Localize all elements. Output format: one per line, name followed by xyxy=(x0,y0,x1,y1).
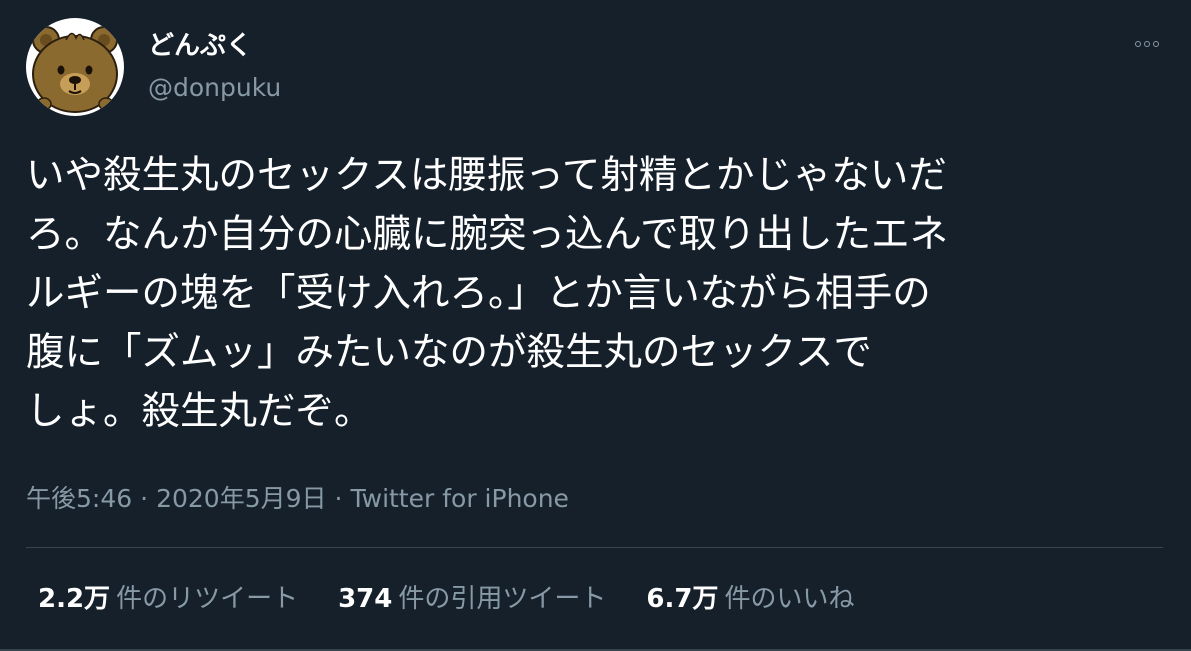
likes-count: 6.7万 xyxy=(646,584,719,614)
tweet-date[interactable]: 2020年5月9日 xyxy=(156,484,326,513)
tweet-text-line: いや殺生丸のセックスは腰振って射精とかじゃないだ xyxy=(26,153,947,198)
more-dot xyxy=(1144,41,1150,47)
author-display-name[interactable]: どんぷく xyxy=(148,30,252,62)
tweet-text: いや殺生丸のセックスは腰振って射精とかじゃないだ ろ。なんか自分の心臓に腕突っ込… xyxy=(26,146,1026,441)
more-options-icon[interactable] xyxy=(1129,30,1165,58)
tweet-time[interactable]: 午後5:46 xyxy=(26,484,132,513)
quotes-count: 374 xyxy=(338,584,393,614)
meta-separator: · xyxy=(334,484,343,513)
author-handle[interactable]: @donpuku xyxy=(148,73,281,103)
tweet-text-line: しょ。殺生丸だぞ。 xyxy=(26,389,373,434)
tweet-text-line: 腹に「ズムッ」みたいなのが殺生丸のセックスで xyxy=(26,330,872,375)
tweet-source[interactable]: Twitter for iPhone xyxy=(350,484,568,513)
retweets-count: 2.2万 xyxy=(38,584,111,614)
meta-separator: · xyxy=(140,484,149,513)
bear-avatar-icon[interactable] xyxy=(26,18,124,116)
tweet-meta: 午後5:46 · 2020年5月9日 · Twitter for iPhone xyxy=(26,481,569,517)
quotes-label: 件の引用ツイート xyxy=(398,584,607,614)
retweets-stat[interactable]: 2.2万 件のリツイート xyxy=(38,581,298,617)
divider xyxy=(26,547,1163,548)
tweet-text-line: ルギーの塊を「受け入れろ。」とか言いながら相手の xyxy=(26,271,931,316)
likes-label: 件のいいね xyxy=(724,584,855,614)
more-dot xyxy=(1153,41,1159,47)
quotes-stat[interactable]: 374 件の引用ツイート xyxy=(338,581,606,617)
likes-stat[interactable]: 6.7万 件のいいね xyxy=(646,581,854,617)
tweet-detail: どんぷく @donpuku いや殺生丸のセックスは腰振って射精とかじゃないだ ろ… xyxy=(0,0,1191,651)
tweet-text-line: ろ。なんか自分の心臓に腕突っ込んで取り出したエネ xyxy=(26,212,949,257)
retweets-label: 件のリツイート xyxy=(116,584,299,614)
more-dot xyxy=(1135,41,1141,47)
tweet-stats: 2.2万 件のリツイート 374 件の引用ツイート 6.7万 件のいいね xyxy=(38,581,854,617)
